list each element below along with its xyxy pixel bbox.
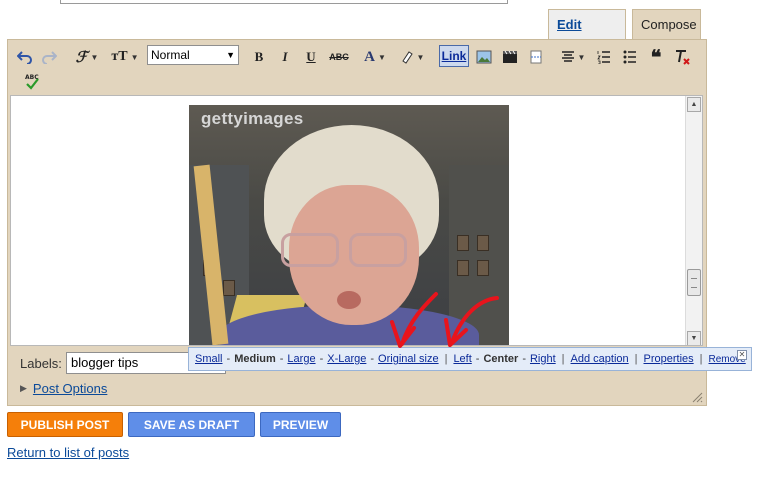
photo-detail [337,291,361,309]
image-size-bar: Small - Medium - Large - X-Large - Origi… [188,347,752,371]
size-original-link[interactable]: Original size [378,353,439,365]
align-right-link[interactable]: Right [530,353,556,365]
text-color-icon[interactable]: A ▼ [360,46,390,68]
separator: - [522,353,526,365]
separator: - [475,353,480,365]
publish-post-button[interactable]: PUBLISH POST [7,412,123,437]
separator: - [319,353,324,365]
separator: - [226,353,231,365]
scroll-up-icon[interactable]: ▲ [687,97,701,112]
scrollbar-thumb[interactable] [687,269,701,296]
separator: - [370,353,375,365]
title-field[interactable] [60,0,508,4]
separator: | [444,353,448,365]
editor-scrollbar[interactable]: ▲ ▼ [685,96,702,345]
underline-icon[interactable]: U [301,46,321,68]
post-image[interactable]: gettyimages [189,105,509,345]
size-medium-current: Medium [234,353,276,365]
close-icon[interactable]: ✕ [737,350,747,360]
return-to-posts-link[interactable]: Return to list of posts [7,445,129,460]
preview-button[interactable]: PREVIEW [260,412,341,437]
resize-grip-icon[interactable] [691,391,703,403]
chevron-down-icon: ▼ [226,50,235,60]
format-select[interactable]: Normal ▼ [147,45,239,65]
save-as-draft-button[interactable]: SAVE AS DRAFT [128,412,255,437]
video-icon[interactable] [499,46,521,68]
photo-detail [281,233,339,267]
separator: | [634,353,638,365]
photo-detail [349,233,407,267]
separator: - [279,353,284,365]
strikethrough-icon[interactable]: ABC [327,46,351,68]
redo-icon[interactable] [38,46,60,68]
post-options-link[interactable]: Post Options [33,381,107,396]
bold-icon[interactable]: B [249,46,269,68]
add-caption-link[interactable]: Add caption [571,353,629,365]
link-button[interactable]: Link [439,45,469,67]
size-xlarge-link[interactable]: X-Large [327,353,366,365]
bullet-list-icon[interactable] [620,46,640,68]
expand-triangle-icon: ▶ [20,383,27,393]
tab-compose[interactable]: Compose [632,9,701,39]
quote-icon[interactable]: ❝ [646,46,666,69]
image-watermark: gettyimages [201,109,304,128]
tab-edit-html[interactable]: Edit HTML [548,9,626,62]
image-icon[interactable] [473,46,495,68]
spellcheck-icon[interactable]: ABC [22,70,42,92]
photo-detail [477,235,489,251]
properties-link[interactable]: Properties [644,353,694,365]
photo-detail [457,235,469,251]
photo-detail [223,280,235,296]
numbered-list-icon[interactable] [594,46,614,68]
editor-toolbar: ℱ ▼ тT ▼ Normal ▼ B I U ABC A ▼ ▼ Link ▼ ❝ … [10,43,702,95]
editor-content-area[interactable]: gettyimages ▲ ▼ [10,95,703,346]
separator: | [561,353,565,365]
size-small-link[interactable]: Small [195,353,223,365]
align-center-current: Center [483,353,519,365]
align-icon[interactable]: ▼ [558,46,588,68]
photo-detail [477,260,489,276]
highlight-icon[interactable]: ▼ [397,46,427,68]
font-size-icon[interactable]: тT ▼ [108,46,142,68]
undo-icon[interactable] [14,46,36,68]
separator: | [699,353,703,365]
post-options-toggle[interactable]: ▶ Post Options [20,381,107,396]
photo-detail [457,260,469,276]
font-icon[interactable]: ℱ ▼ [72,46,102,68]
format-select-value: Normal [151,48,190,62]
jump-break-icon[interactable] [525,46,547,68]
remove-formatting-icon[interactable] [672,46,692,68]
size-large-link[interactable]: Large [287,353,315,365]
scroll-down-icon[interactable]: ▼ [687,331,701,345]
italic-icon[interactable]: I [275,46,295,68]
labels-label: Labels: [20,356,62,371]
align-left-link[interactable]: Left [453,353,471,365]
